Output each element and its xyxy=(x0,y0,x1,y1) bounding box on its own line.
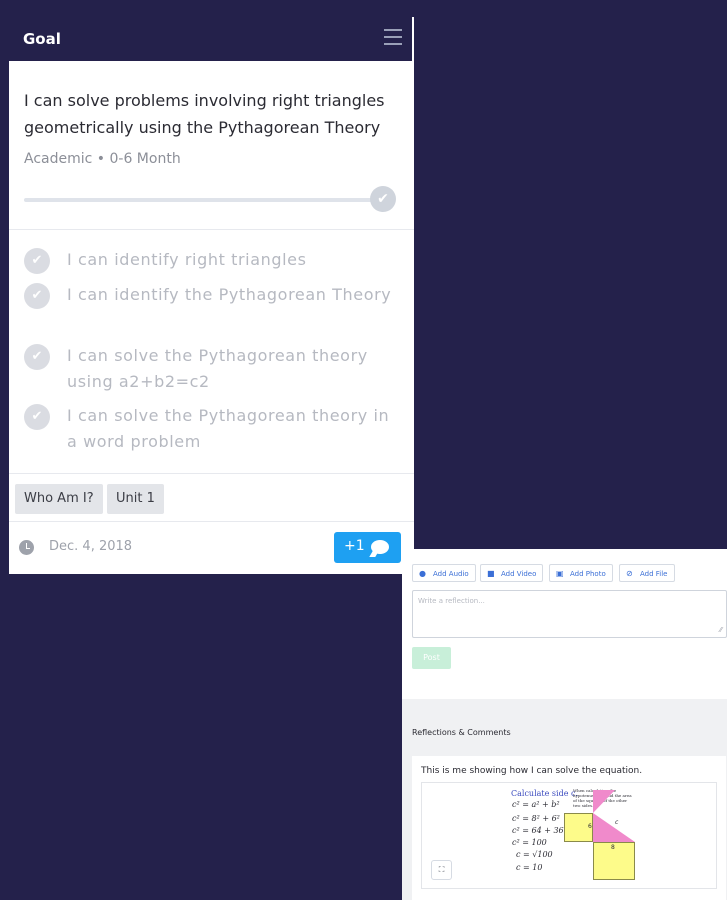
objective-text: I can identify right triangles xyxy=(67,250,307,269)
clock-icon xyxy=(19,540,34,555)
goal-statement: I can solve problems involving right tri… xyxy=(24,91,385,137)
add-audio-label: Add Audio xyxy=(433,570,469,578)
equation-line: c² = 100 xyxy=(512,838,547,847)
add-video-label: Add Video xyxy=(501,570,537,578)
photo-icon: ▣ xyxy=(556,569,564,578)
plus-one-label: +1 xyxy=(344,538,365,554)
image-heading: Calculate side c. xyxy=(511,789,578,798)
reflections-section: Reflections & Comments This is me showin… xyxy=(402,699,727,900)
progress-complete-check-icon[interactable]: ✔ xyxy=(370,186,396,212)
goal-progress-bar xyxy=(24,198,374,202)
comment-text: This is me showing how I can solve the e… xyxy=(421,766,643,776)
resize-grip-icon[interactable]: ⁄⁄ xyxy=(720,626,722,634)
add-photo-button[interactable]: ▣ Add Photo xyxy=(549,564,613,582)
goal-header-title: Goal xyxy=(23,30,61,48)
checkmark-icon[interactable]: ✔ xyxy=(24,283,50,309)
reflection-panel: ● Add Audio ■ Add Video ▣ Add Photo ⊘ Ad… xyxy=(402,549,727,900)
tag-who-am-i[interactable]: Who Am I? xyxy=(15,484,103,514)
add-photo-label: Add Photo xyxy=(570,570,606,578)
menu-icon[interactable] xyxy=(384,29,402,47)
equation-line: c = 10 xyxy=(516,863,543,872)
goal-date: Dec. 4, 2018 xyxy=(49,539,133,554)
goal-card: Goal I can solve problems involving righ… xyxy=(9,17,414,574)
divider xyxy=(9,521,414,522)
add-file-label: Add File xyxy=(640,570,668,578)
add-video-button[interactable]: ■ Add Video xyxy=(480,564,544,582)
comment-bubble-icon xyxy=(371,540,389,554)
equation-line: c² = a² + b² xyxy=(512,800,560,809)
add-file-button[interactable]: ⊘ Add File xyxy=(619,564,675,582)
checkmark-icon[interactable]: ✔ xyxy=(24,404,50,430)
attached-math-image[interactable]: Calculate side c. When calculating the h… xyxy=(421,782,717,889)
plus-one-comment-button[interactable]: +1 xyxy=(334,532,401,563)
paperclip-icon: ⊘ xyxy=(626,569,633,578)
equation-line: c² = 64 + 36 xyxy=(512,826,564,835)
triangle-shape xyxy=(593,813,635,842)
expand-icon[interactable]: ⛶ xyxy=(431,860,452,880)
divider xyxy=(9,473,414,474)
microphone-icon: ● xyxy=(419,569,426,578)
checkmark-icon[interactable]: ✔ xyxy=(24,248,50,274)
triangle-top-shape xyxy=(593,790,615,813)
side-b-label: 8 xyxy=(611,844,615,851)
reflection-input[interactable]: Write a reflection... ⁄⁄ xyxy=(412,590,727,638)
post-button[interactable]: Post xyxy=(412,647,451,669)
objective-text: I can solve the Pythagorean theory using… xyxy=(67,346,368,391)
equation-line: c = √100 xyxy=(516,850,553,859)
goal-meta: Academic • 0-6 Month xyxy=(24,151,181,167)
add-audio-button[interactable]: ● Add Audio xyxy=(412,564,476,582)
objective-text: I can identify the Pythagorean Theory xyxy=(67,285,392,304)
side-c-label: c xyxy=(615,819,619,826)
reflection-placeholder: Write a reflection... xyxy=(418,597,485,605)
equation-line: c² = 8² + 6² xyxy=(512,814,560,823)
tag-unit-1[interactable]: Unit 1 xyxy=(107,484,164,514)
video-camera-icon: ■ xyxy=(487,569,495,578)
divider xyxy=(9,229,414,230)
reflections-section-title: Reflections & Comments xyxy=(412,728,511,737)
comment-card: This is me showing how I can solve the e… xyxy=(412,756,726,900)
goal-header: Goal xyxy=(9,17,414,61)
side-a-label: 6 xyxy=(588,823,592,830)
objective-text: I can solve the Pythagorean theory in a … xyxy=(67,406,390,451)
checkmark-icon[interactable]: ✔ xyxy=(24,344,50,370)
